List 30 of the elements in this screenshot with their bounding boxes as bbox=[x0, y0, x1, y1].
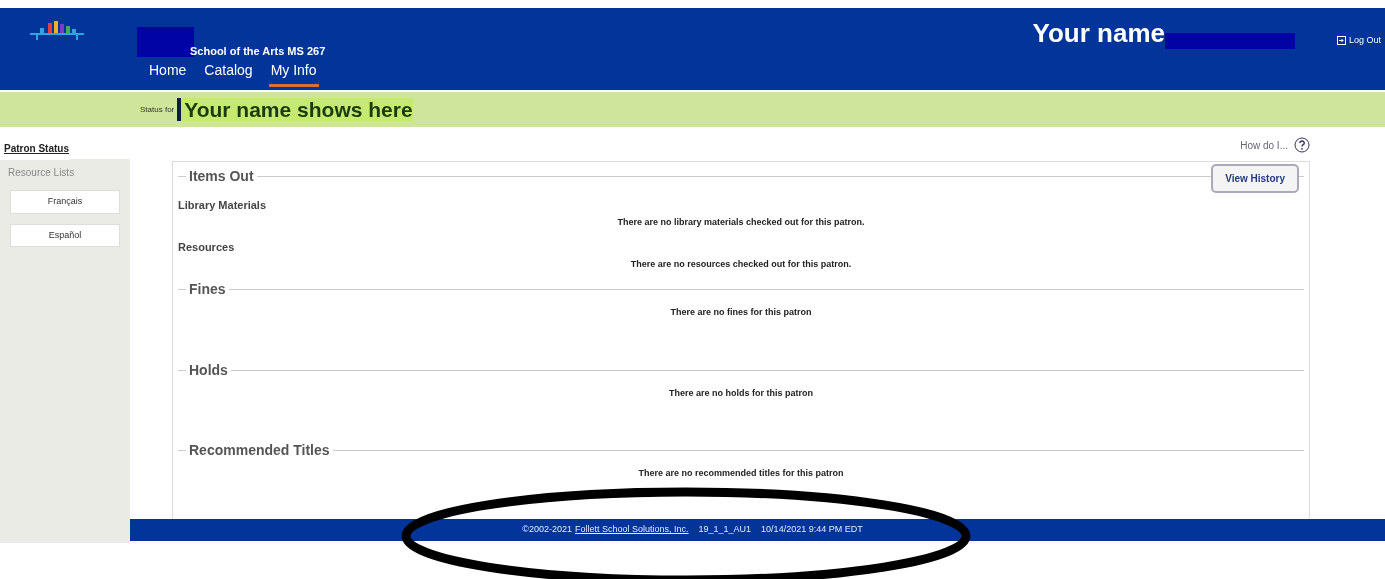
group-heading: Resources bbox=[178, 240, 236, 255]
section-title: Recommended Titles bbox=[188, 441, 331, 460]
school-name: School of the Arts MS 267 bbox=[190, 44, 326, 59]
view-history-button[interactable]: View History bbox=[1211, 164, 1299, 193]
empty-message: There are no fines for this patron bbox=[669, 306, 813, 319]
empty-message: There are no holds for this patron bbox=[668, 386, 814, 400]
patron-name: Your name shows here bbox=[177, 97, 413, 122]
section-title: Items Out bbox=[188, 167, 255, 186]
language-button[interactable]: Español bbox=[10, 223, 120, 247]
group-heading: Library Materials bbox=[178, 198, 268, 213]
timestamp-text: 10/14/2021 9:44 PM EDT bbox=[761, 523, 863, 537]
empty-message: There are no resources checked out for this patron. bbox=[629, 257, 853, 271]
nav-tab[interactable]: My Info bbox=[268, 60, 319, 87]
user-name: Your name bbox=[1032, 20, 1165, 46]
logout-icon bbox=[1336, 36, 1346, 46]
empty-message: There are no library materials checked out for this patron. bbox=[616, 215, 866, 229]
nav-tab[interactable]: Home bbox=[147, 60, 189, 87]
copyright-text: ©2002-2021 bbox=[522, 523, 572, 537]
help-icon bbox=[1294, 137, 1310, 153]
language-button[interactable]: Français bbox=[10, 190, 120, 214]
help-link[interactable]: How do I... bbox=[1240, 137, 1310, 153]
nav-tab[interactable]: Catalog bbox=[202, 60, 255, 87]
version-text: 19_1_1_AU1 bbox=[698, 523, 752, 537]
footer-link[interactable]: Follett School Solutions, Inc. bbox=[575, 523, 689, 537]
section-title: Fines bbox=[188, 280, 227, 299]
empty-message: There are no recommended titles for this patron bbox=[637, 467, 845, 480]
section-title: Holds bbox=[188, 360, 229, 380]
logout-link[interactable]: Log Out bbox=[1336, 34, 1381, 48]
sidebar-item[interactable]: Patron Status bbox=[0, 143, 69, 160]
status-label: Status for bbox=[140, 103, 175, 116]
